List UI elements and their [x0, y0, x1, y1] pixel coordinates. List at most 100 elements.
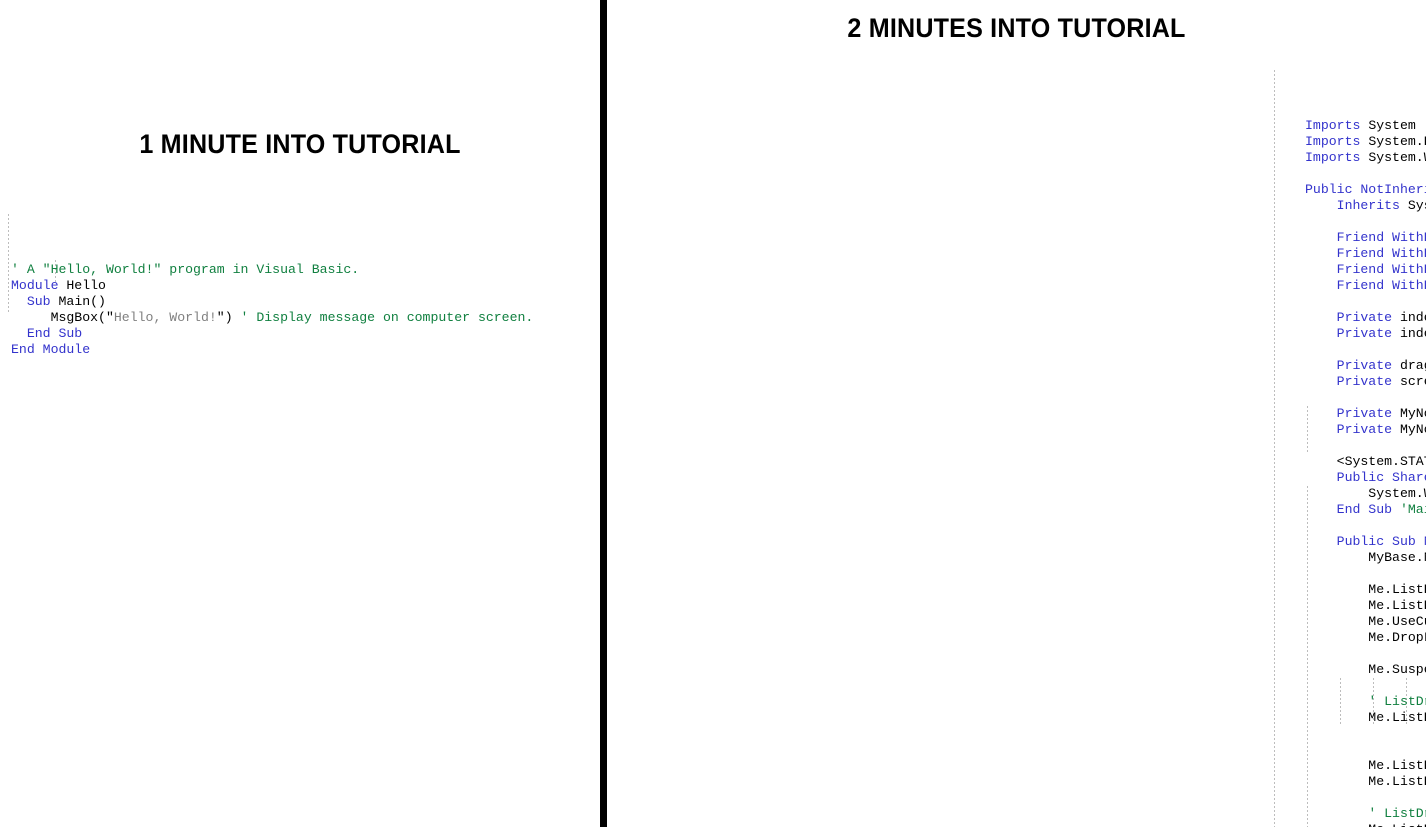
- code-token-kw: Imports: [1305, 118, 1361, 133]
- code-token-pun: dragBoxFromMouseDown: [1399, 358, 1426, 373]
- code-token-pun: MyNoDropCursor: [1399, 406, 1426, 421]
- code-token-pun: [1305, 310, 1337, 325]
- right-panel-title: 2 MINUTES INTO TUTORIAL: [847, 13, 1186, 43]
- code-token-pun: <System.STAThread()> _: [1336, 454, 1426, 469]
- code-line: Module Hello: [11, 278, 600, 294]
- code-line: Imports System.Drawing: [1305, 134, 1426, 150]
- code-token-pun: [1305, 326, 1337, 341]
- code-token-kw: Imports: [1305, 134, 1361, 149]
- code-line: End Sub 'Main: [1305, 502, 1426, 518]
- code-token-pun: [1305, 374, 1337, 389]
- code-line: "five", "six", "seven", "eight", _: [1305, 726, 1426, 742]
- code-token-kw: Private: [1336, 374, 1393, 389]
- code-line: ' ListDragSource: [1305, 694, 1426, 710]
- code-line: End Sub: [11, 326, 600, 342]
- code-token-pun: indexOfItemUnderMouseToDrag: [1399, 310, 1426, 325]
- code-token-pun: [1305, 230, 1337, 245]
- right-panel: 2 MINUTES INTO TUTORIAL Imports System Im…: [607, 0, 1426, 827]
- code-line: "nine", "ten"}): [1305, 742, 1426, 758]
- code-token-kw: Private: [1336, 310, 1393, 325]
- code-token-kw: End Module: [11, 342, 91, 357]
- code-token-kw: Module: [11, 278, 59, 293]
- code-token-kw: Private: [1336, 326, 1393, 341]
- code-token-pun: [1305, 694, 1368, 709]
- panel-divider: [600, 0, 607, 827]
- screenshot-stage: 1 MINUTE INTO TUTORIAL ' A "Hello, World…: [0, 0, 1426, 827]
- code-token-kw: Friend WithEvents: [1336, 246, 1426, 261]
- code-token-pun: MyNormalCursor: [1399, 422, 1426, 437]
- code-token-pun: System.Windows.Forms.Form: [1407, 198, 1426, 213]
- code-token-pun: [1305, 502, 1337, 517]
- code-token-kw: Private: [1336, 406, 1393, 421]
- code-line: Me.ListDragSource.Size = New System.Draw…: [1305, 774, 1426, 790]
- code-line: <System.STAThread()> _: [1305, 454, 1426, 470]
- code-line: Private indexOfItemUnderMouseToDrag As I…: [1305, 310, 1426, 326]
- code-token-pun: System: [1360, 118, 1416, 133]
- code-token-pun: [11, 294, 27, 309]
- code-token-pun: ): [224, 310, 241, 325]
- code-line: Friend WithEvents ListDragTarget As Syst…: [1305, 246, 1426, 262]
- code-token-pun: Me.DropLocationLabel =: [1368, 630, 1426, 645]
- code-token-pun: [1305, 422, 1337, 437]
- code-token-kw: Friend WithEvents: [1336, 262, 1426, 277]
- code-token-kw: Public Shared Sub: [1336, 470, 1426, 485]
- left-panel: 1 MINUTE INTO TUTORIAL ' A "Hello, World…: [0, 0, 600, 827]
- code-token-kw: Sub: [26, 294, 51, 309]
- code-token-pun: Main(): [50, 294, 106, 309]
- code-token-pun: Me.ListDragSource.Location =: [1368, 758, 1426, 773]
- code-token-pun: [1305, 726, 1426, 741]
- code-token-pun: screenOffset: [1399, 374, 1426, 389]
- code-token-cmt: ' Display message on computer screen.: [240, 310, 534, 325]
- code-token-cmt: ' ListDragSource: [1368, 694, 1426, 709]
- code-token-kw: Public Sub New: [1336, 534, 1426, 549]
- indent-guide: [1274, 70, 1275, 827]
- code-line: ' ListDragTarget: [1305, 806, 1426, 822]
- code-token-pun: Me.ListDragTarget =: [1368, 598, 1426, 613]
- code-token-pun: [1305, 262, 1337, 277]
- code-line: Private MyNormalCursor As Cursor: [1305, 422, 1426, 438]
- code-line: Me.ListDragSource = New System.Windows.F…: [1305, 582, 1426, 598]
- code-line: Public Shared Sub Main(): [1305, 470, 1426, 486]
- code-line: Me.ListDragTarget = New System.Windows.F…: [1305, 598, 1426, 614]
- code-token-pun: [1305, 246, 1337, 261]
- indent-guide: [8, 214, 9, 314]
- code-token-kw: Imports: [1305, 150, 1361, 165]
- code-token-cmt: ' ListDragTarget: [1368, 806, 1426, 821]
- code-line: Public Sub New(): [1305, 534, 1426, 550]
- code-token-pun: Me.ListDragSource.Size =: [1368, 774, 1426, 789]
- code-token-kw: End Sub: [1336, 502, 1393, 517]
- code-token-pun: Me.ListDragTarget.AllowDrop =: [1305, 822, 1426, 827]
- code-token-pun: System.Windows.Forms: [1368, 150, 1426, 165]
- code-token-pun: [1305, 198, 1337, 213]
- code-token-kw: Inherits: [1336, 198, 1400, 213]
- code-token-str: Hello, World!: [113, 310, 217, 325]
- code-line: Imports System: [1305, 118, 1426, 134]
- code-line: MyBase.New(): [1305, 550, 1426, 566]
- code-line: End Module: [11, 342, 600, 358]
- right-code-lines: Imports SystemImports System.DrawingImpo…: [1305, 118, 1426, 827]
- code-token-pun: Me.UseCustomCursorsCheck =: [1368, 614, 1426, 629]
- code-line: Private screenOffset as Point: [1305, 374, 1426, 390]
- code-token-cmt: ' A "Hello, World!" program in Visual Ba…: [11, 262, 360, 277]
- code-token-kw: End Sub: [26, 326, 83, 341]
- code-line: MsgBox("Hello, World!") ' Display messag…: [11, 310, 600, 326]
- code-line: Friend WithEvents ListDragSource As Syst…: [1305, 230, 1426, 246]
- code-token-pun: [1305, 742, 1426, 757]
- code-token-pun: [1305, 806, 1368, 821]
- code-token-pun: [1305, 470, 1337, 485]
- code-token-kw: Public NotInheritable Class: [1305, 182, 1426, 197]
- code-token-pun: Me.ListDragSource =: [1368, 582, 1426, 597]
- left-code-block: ' A "Hello, World!" program in Visual Ba…: [8, 214, 600, 390]
- code-token-pun: [1305, 278, 1337, 293]
- code-line: Me.ListDragSource.Location = New System.…: [1305, 758, 1426, 774]
- code-token-pun: ": [216, 310, 225, 325]
- code-token-pun: indexOfItemUnderMouseToDrop: [1399, 326, 1426, 341]
